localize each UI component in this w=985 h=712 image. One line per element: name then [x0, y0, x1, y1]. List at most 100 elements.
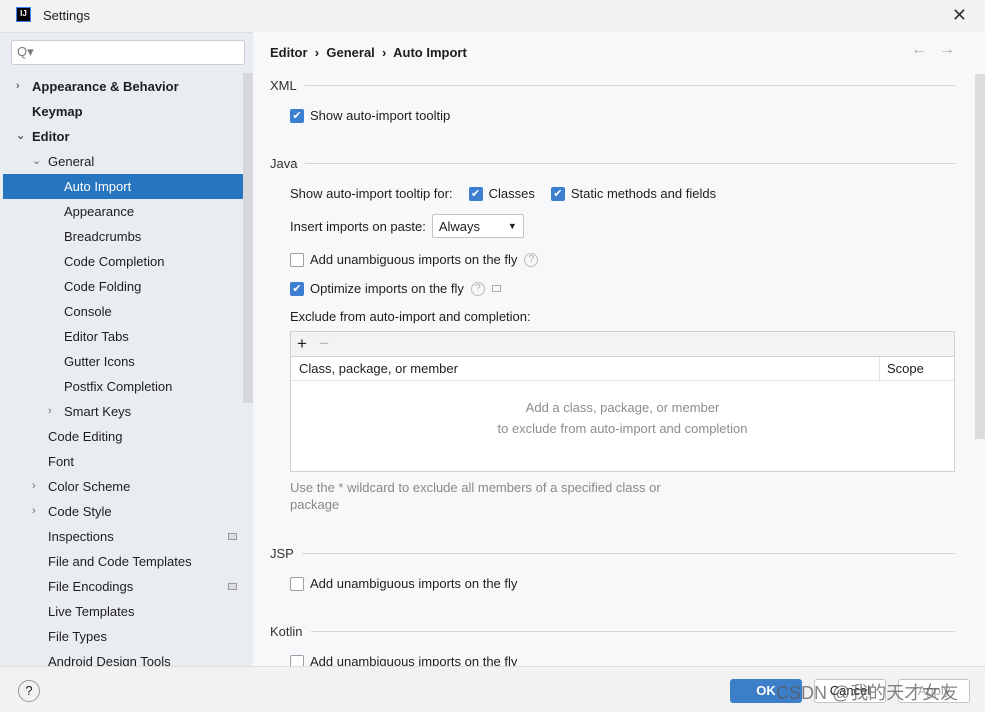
checkbox-icon[interactable] — [290, 252, 304, 267]
forward-arrow-icon[interactable]: → — [939, 41, 967, 58]
table-toolbar: + − — [291, 332, 954, 357]
optimize-imports-checkbox[interactable]: ✔ Optimize imports on the fly? — [290, 281, 501, 296]
tree-item-label: Keymap — [32, 104, 83, 119]
tree-item-label: Smart Keys — [64, 404, 132, 419]
label: Classes — [488, 186, 535, 201]
tree-item-label: Auto Import — [64, 179, 132, 194]
chevron-right-icon[interactable]: › — [48, 399, 52, 424]
tree-item-label: General — [48, 154, 95, 169]
sidebar-scrollbar[interactable] — [243, 73, 253, 403]
tree-item[interactable]: ⌄ Editor — [3, 124, 253, 149]
exclude-label: Exclude from auto-import and completion: — [290, 309, 531, 324]
sidebar: Q▾ › Appearance & Behavior Keymap ⌄ Editor ⌄ G… — [0, 32, 253, 666]
tree-item-label: Gutter Icons — [64, 354, 135, 369]
tree-item[interactable]: Auto Import — [3, 174, 253, 199]
chevron-down-icon[interactable]: ⌄ — [16, 124, 25, 149]
tree-item[interactable]: File and Code Templates — [3, 549, 253, 574]
tree-item-label: File and Code Templates — [48, 554, 192, 569]
section-xml: XML — [270, 78, 955, 93]
app-logo-icon: IJ — [16, 7, 31, 22]
wildcard-hint: Use the * wildcard to exclude all member… — [290, 480, 661, 512]
classes-checkbox[interactable]: ✔ — [468, 186, 483, 201]
kotlin-unambiguous-checkbox[interactable]: Add unambiguous imports on the fly — [290, 654, 517, 666]
chevron-right-icon[interactable]: › — [32, 474, 36, 499]
tree-item-label: Appearance & Behavior — [32, 79, 179, 94]
tree-item[interactable]: Inspections — [3, 524, 253, 549]
insert-imports-row: Insert imports on paste: Always ▼ — [290, 214, 524, 238]
tree-item[interactable]: Live Templates — [3, 599, 253, 624]
chevron-right-icon[interactable]: › — [32, 499, 36, 524]
label: Add unambiguous imports on the fly — [310, 654, 518, 666]
tree-item-label: Live Templates — [48, 604, 135, 619]
help-icon[interactable]: ? — [524, 252, 539, 267]
label: Show auto-import tooltip — [310, 108, 451, 123]
window-title: Settings — [43, 8, 90, 23]
content-panel: Editor › General › Auto Import ←→ XML ✔ S… — [253, 32, 985, 666]
tree-item[interactable]: Android Design Tools — [3, 649, 253, 666]
tree-item[interactable]: ⌄ General — [3, 149, 253, 174]
back-arrow-icon[interactable]: ← — [911, 41, 939, 58]
breadcrumb-general[interactable]: General — [326, 45, 374, 60]
breadcrumb-editor[interactable]: Editor — [270, 45, 308, 60]
tree-item-label: Console — [64, 304, 112, 319]
tree-item-label: Editor Tabs — [64, 329, 129, 344]
content-scrollbar[interactable] — [975, 74, 985, 439]
checkbox-checked-icon[interactable]: ✔ — [290, 108, 304, 123]
column-header-scope[interactable]: Scope — [879, 357, 955, 381]
tree-item[interactable]: Editor Tabs — [3, 324, 253, 349]
chevron-down-icon[interactable]: ⌄ — [32, 149, 41, 174]
jsp-unambiguous-checkbox[interactable]: Add unambiguous imports on the fly — [290, 576, 517, 591]
add-icon[interactable]: + — [297, 334, 307, 354]
search-input[interactable]: Q▾ — [11, 40, 245, 65]
label: Optimize imports on the fly — [310, 281, 464, 296]
tree-item[interactable]: Gutter Icons — [3, 349, 253, 374]
tree-item-label: Code Style — [48, 504, 112, 519]
help-button[interactable]: ? — [18, 680, 40, 702]
tree-item-label: Code Editing — [48, 429, 123, 444]
label: Static methods and fields — [570, 186, 717, 201]
java-unambiguous-checkbox[interactable]: Add unambiguous imports on the fly? — [290, 252, 539, 267]
tree-item[interactable]: › Appearance & Behavior — [3, 74, 253, 99]
static-methods-checkbox[interactable]: ✔ — [550, 186, 565, 201]
empty-line-1[interactable]: Add a class, package, or member — [291, 397, 954, 418]
tree-item-label: Android Design Tools — [48, 654, 171, 666]
checkbox-icon[interactable] — [290, 576, 304, 591]
settings-popup-icon[interactable] — [491, 285, 501, 292]
tree-item[interactable]: Console — [3, 299, 253, 324]
tree-item[interactable]: › Smart Keys — [3, 399, 253, 424]
close-icon[interactable]: ✕ — [952, 5, 967, 26]
tree-item[interactable]: File Types — [3, 624, 253, 649]
tree-item-label: Color Scheme — [48, 479, 131, 494]
checkbox-checked-icon[interactable]: ✔ — [290, 281, 304, 296]
tree-item[interactable]: Keymap — [3, 99, 253, 124]
section-java: Java — [270, 156, 955, 171]
tree-item[interactable]: File Encodings — [3, 574, 253, 599]
tree-item[interactable]: › Color Scheme — [3, 474, 253, 499]
exclude-table: + − Class, package, or member Scope Add a … — [290, 331, 955, 472]
dropdown-value: Always — [438, 218, 481, 234]
remove-icon[interactable]: − — [319, 334, 329, 354]
insert-imports-dropdown[interactable]: Always ▼ — [431, 214, 524, 238]
label: Show auto-import tooltip for: — [290, 186, 453, 201]
checkbox-icon[interactable] — [290, 654, 304, 666]
tree-item[interactable]: Font — [3, 449, 253, 474]
tree-item[interactable]: Code Completion — [3, 249, 253, 274]
project-settings-icon — [228, 583, 237, 590]
column-header-class[interactable]: Class, package, or member — [299, 357, 458, 381]
tree-item[interactable]: Breadcrumbs — [3, 224, 253, 249]
tree-item-label: Breadcrumbs — [64, 229, 142, 244]
section-title: Java — [270, 156, 298, 171]
breadcrumb-sep: › — [382, 45, 387, 60]
tree-item[interactable]: Code Folding — [3, 274, 253, 299]
tree-item[interactable]: Appearance — [3, 199, 253, 224]
tree-item[interactable]: Code Editing — [3, 424, 253, 449]
tree-item[interactable]: Postfix Completion — [3, 374, 253, 399]
tree-item-label: Postfix Completion — [64, 379, 173, 394]
xml-tooltip-checkbox[interactable]: ✔ Show auto-import tooltip — [290, 108, 450, 123]
tree-item[interactable]: › Code Style — [3, 499, 253, 524]
help-icon[interactable]: ? — [470, 281, 485, 296]
empty-line-2: to exclude from auto-import and completi… — [497, 421, 748, 436]
tree-item-label: Inspections — [48, 529, 114, 544]
chevron-right-icon[interactable]: › — [16, 74, 20, 99]
tree-item-label: Code Folding — [64, 279, 142, 294]
